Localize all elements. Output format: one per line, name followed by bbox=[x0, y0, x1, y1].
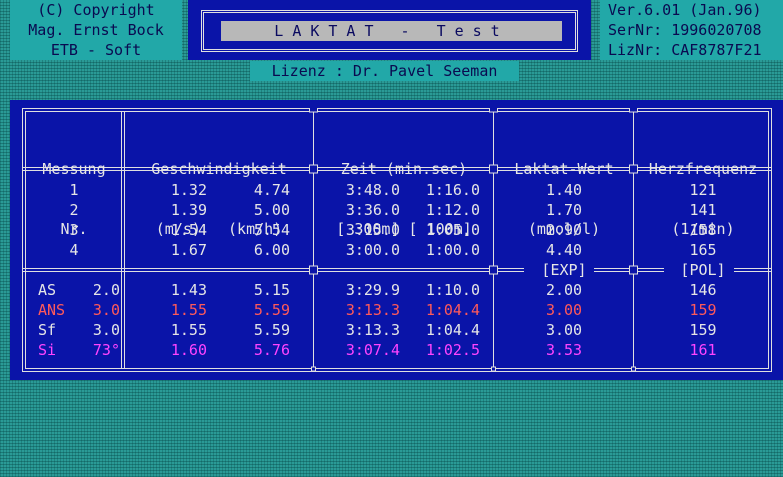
threshold-value: 3.0 bbox=[92, 321, 120, 339]
row-time-100m: 1:00.0 bbox=[425, 241, 480, 259]
row-time-300m: 3:15.0 bbox=[345, 221, 400, 239]
row-time-300m: 3:36.0 bbox=[345, 201, 400, 219]
row-nr: 1 bbox=[69, 181, 79, 199]
version-line: Ver.6.01 (Jan.96) bbox=[608, 1, 762, 19]
threshold-speed-kmh: 5.59 bbox=[253, 321, 290, 339]
threshold-laktat: 2.00 bbox=[545, 281, 583, 299]
row-herzfrequenz: 141 bbox=[689, 201, 717, 219]
threshold-time-100m: 1:10.0 bbox=[425, 281, 480, 299]
title-border: LAKTAT - Test bbox=[201, 10, 578, 52]
header-messung-line1: Messung bbox=[42, 160, 106, 178]
threshold-speed-kmh: 5.76 bbox=[253, 341, 290, 359]
threshold-time-100m: 1:04.4 bbox=[425, 321, 480, 339]
row-speed-ms: 1.67 bbox=[170, 241, 207, 259]
threshold-speed-ms: 1.55 bbox=[170, 321, 207, 339]
row-laktat: 2.90 bbox=[545, 221, 583, 239]
copyright-line-3: ETB - Soft bbox=[50, 41, 142, 59]
row-laktat: 4.40 bbox=[545, 241, 583, 259]
threshold-laktat: 3.00 bbox=[545, 301, 583, 319]
row-speed-kmh: 5.00 bbox=[253, 201, 290, 219]
row-laktat: 1.40 bbox=[545, 181, 583, 199]
threshold-value: 73° bbox=[92, 341, 120, 359]
row-laktat: 1.70 bbox=[545, 201, 583, 219]
laktat-table-panel: Messung Nr. Geschwindigkeit (m/s) (km/h)… bbox=[10, 100, 783, 380]
threshold-speed-ms: 1.43 bbox=[170, 281, 207, 299]
header-geschwindigkeit-line1: Geschwindigkeit bbox=[151, 160, 287, 178]
threshold-laktat: 3.53 bbox=[545, 341, 583, 359]
row-herzfrequenz: 121 bbox=[689, 181, 717, 199]
threshold-speed-kmh: 5.15 bbox=[253, 281, 290, 299]
threshold-time-300m: 3:13.3 bbox=[345, 301, 400, 319]
header-laktat-line1: Laktat-Wert bbox=[514, 160, 614, 178]
header-herzfrequenz-line1: Herzfrequenz bbox=[648, 160, 758, 178]
threshold-time-300m: 3:13.3 bbox=[345, 321, 400, 339]
threshold-value: 2.0 bbox=[92, 281, 120, 299]
row-herzfrequenz: 165 bbox=[689, 241, 717, 259]
row-time-100m: 1:12.0 bbox=[425, 201, 480, 219]
row-time-300m: 3:00.0 bbox=[345, 241, 400, 259]
threshold-speed-kmh: 5.59 bbox=[253, 301, 290, 319]
threshold-time-100m: 1:04.4 bbox=[425, 301, 480, 319]
row-speed-ms: 1.32 bbox=[170, 181, 207, 199]
copyright-line-1: (C) Copyright bbox=[37, 1, 155, 19]
row-nr: 2 bbox=[69, 201, 79, 219]
license-holder: Lizenz : Dr. Pavel Seeman bbox=[250, 61, 519, 81]
row-time-100m: 1:05.0 bbox=[425, 221, 480, 239]
threshold-time-300m: 3:07.4 bbox=[345, 341, 400, 359]
threshold-herzfrequenz: 146 bbox=[689, 281, 717, 299]
threshold-laktat: 3.00 bbox=[545, 321, 583, 339]
row-speed-ms: 1.54 bbox=[170, 221, 207, 239]
threshold-time-100m: 1:02.5 bbox=[425, 341, 480, 359]
version-panel: Ver.6.01 (Jan.96) SerNr: 1996020708 LizN… bbox=[600, 0, 783, 60]
threshold-speed-ms: 1.60 bbox=[170, 341, 207, 359]
title-frame: LAKTAT - Test bbox=[188, 0, 591, 60]
row-time-100m: 1:16.0 bbox=[425, 181, 480, 199]
serial-number: SerNr: 1996020708 bbox=[608, 21, 762, 39]
row-nr: 3 bbox=[69, 221, 79, 239]
herz-fit-label: [POL] bbox=[680, 261, 726, 279]
threshold-label: ANS bbox=[38, 301, 66, 319]
copyright-line-2: Mag. Ernst Bock bbox=[28, 21, 164, 39]
threshold-herzfrequenz: 161 bbox=[689, 341, 717, 359]
threshold-label: Si bbox=[38, 341, 57, 359]
row-speed-ms: 1.39 bbox=[170, 201, 207, 219]
row-speed-kmh: 5.54 bbox=[253, 221, 290, 239]
row-speed-kmh: 6.00 bbox=[253, 241, 290, 259]
header-zeit-line1: Zeit (min.sec) bbox=[340, 160, 468, 178]
row-time-300m: 3:48.0 bbox=[345, 181, 400, 199]
threshold-label: AS bbox=[38, 281, 57, 299]
license-number: LizNr: CAF8787F21 bbox=[608, 41, 762, 59]
threshold-herzfrequenz: 159 bbox=[689, 321, 717, 339]
row-nr: 4 bbox=[69, 241, 79, 259]
threshold-time-300m: 3:29.9 bbox=[345, 281, 400, 299]
threshold-label: Sf bbox=[38, 321, 57, 339]
laktat-fit-label: [EXP] bbox=[541, 261, 587, 279]
row-speed-kmh: 4.74 bbox=[253, 181, 290, 199]
laktat-table: Messung Nr. Geschwindigkeit (m/s) (km/h)… bbox=[22, 108, 772, 372]
threshold-herzfrequenz: 159 bbox=[689, 301, 717, 319]
copyright-panel: (C) Copyright Mag. Ernst Bock ETB - Soft bbox=[10, 0, 182, 60]
threshold-value: 3.0 bbox=[92, 301, 120, 319]
threshold-speed-ms: 1.55 bbox=[170, 301, 207, 319]
app-title: LAKTAT - Test bbox=[221, 21, 562, 41]
row-herzfrequenz: 158 bbox=[689, 221, 717, 239]
